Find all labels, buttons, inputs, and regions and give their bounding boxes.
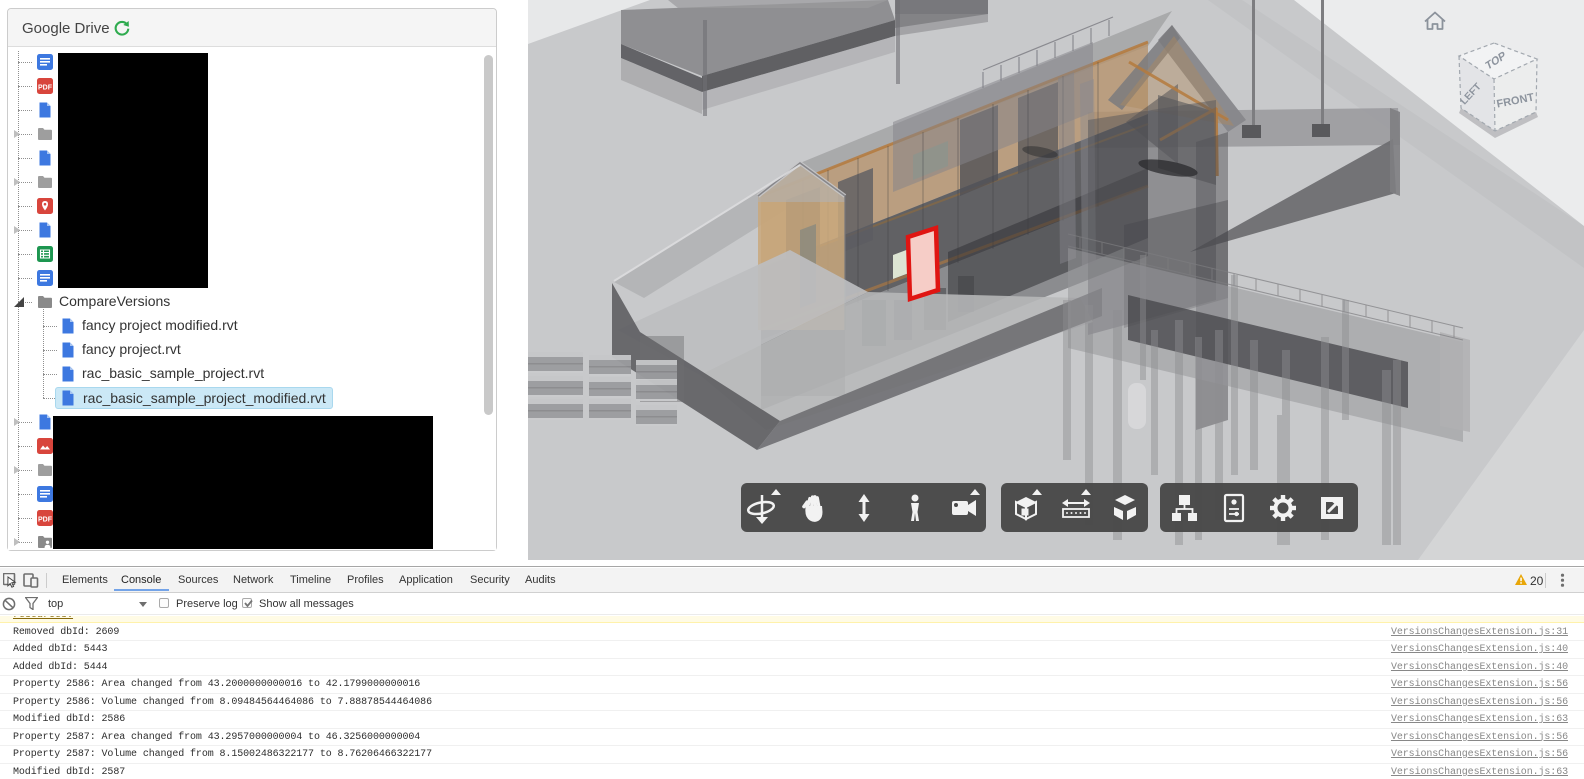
svg-text:PDF: PDF: [38, 517, 53, 524]
svg-text:PDF: PDF: [38, 85, 53, 92]
